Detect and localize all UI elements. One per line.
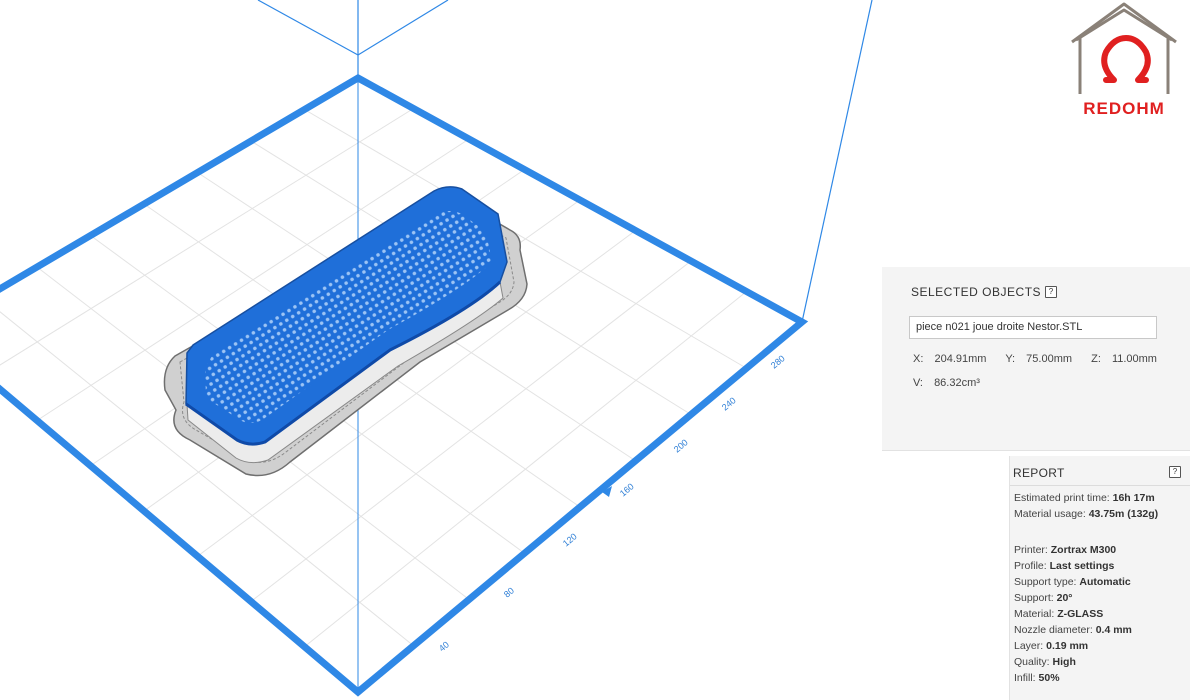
report-panel: REPORT ? Estimated print time: 16h 17m M… [1009,456,1190,700]
y-value: 75.00mm [1026,353,1073,365]
report-title: REPORT [1013,466,1065,480]
report-line-label: Estimated print time: [1014,492,1110,504]
report-line-label: Printer: [1014,544,1048,556]
y-dimension: Y: 75.00mm [1005,353,1080,365]
report-line-value: 43.75m (132g) [1088,508,1159,520]
report-line-value: 0.4 mm [1095,624,1132,636]
question-icon[interactable]: ? [1045,286,1057,298]
report-line: Support type: Automatic [1014,576,1131,588]
report-line: Nozzle diameter: 0.4 mm [1014,624,1132,636]
object-name-field[interactable]: piece n021 joue droite Nestor.STL [909,316,1157,339]
report-line-value: 20° [1056,592,1073,604]
object-volume: V: 86.32cm³ [913,377,988,389]
report-line: Estimated print time: 16h 17m [1014,492,1155,504]
x-dimension: X: 204.91mm [913,353,994,365]
volume-value: 86.32cm³ [934,377,980,389]
selected-objects-title: SELECTED OBJECTS [911,285,1042,299]
report-line-value: Last settings [1049,560,1115,572]
report-header: REPORT ? [1010,456,1190,486]
z-label: Z: [1091,353,1101,365]
report-line: Material usage: 43.75m (132g) [1014,508,1158,520]
tick-label: 160 [618,481,636,498]
report-line-value: Z-GLASS [1057,608,1104,620]
x-value: 204.91mm [934,353,987,365]
report-line: Quality: High [1014,656,1076,668]
tick-label: 120 [561,531,579,548]
report-line: Support: 20° [1014,592,1073,604]
x-label: X: [913,353,924,365]
report-line: Layer: 0.19 mm [1014,640,1088,652]
report-line-label: Support type: [1014,576,1077,588]
report-line-value: 16h 17m [1112,492,1155,504]
report-line: Printer: Zortrax M300 [1014,544,1116,556]
axis-ticks: 40 80 120 160 200 240 280 [437,353,787,653]
report-line-value: 50% [1038,672,1060,684]
report-line-value: Automatic [1079,576,1131,588]
report-line-label: Nozzle diameter: [1014,624,1093,636]
house-omega-emblem [1071,2,1177,94]
report-line-label: Material: [1014,608,1055,620]
report-line-value: Zortrax M300 [1050,544,1117,556]
report-line: Material: Z-GLASS [1014,608,1103,620]
redohm-logo: REDOHM [1066,0,1182,120]
tick-label: 80 [502,585,516,599]
object-dimensions: X: 204.91mm Y: 75.00mm Z: 11.00mm [913,353,1173,365]
report-line-label: Support: [1014,592,1054,604]
report-line-label: Quality: [1014,656,1050,668]
z-dimension: Z: 11.00mm [1091,353,1165,365]
report-line-value: 0.19 mm [1046,640,1089,652]
question-icon[interactable]: ? [1169,466,1181,478]
report-line-label: Layer: [1014,640,1044,652]
tick-label: 280 [769,353,787,370]
report-line-label: Material usage: [1014,508,1086,520]
report-line-label: Profile: [1014,560,1047,572]
report-line: Profile: Last settings [1014,560,1114,572]
logo-text: REDOHM [1083,99,1165,118]
report-line-label: Infill: [1014,672,1036,684]
tick-label: 200 [672,437,690,454]
tick-label: 40 [437,639,451,653]
report-line-value: High [1052,656,1076,668]
selected-objects-panel: SELECTED OBJECTS ? piece n021 joue droit… [882,267,1190,451]
volume-label: V: [913,377,923,389]
report-line: Infill: 50% [1014,672,1060,684]
tick-label: 240 [720,395,738,412]
z-value: 11.00mm [1111,353,1157,365]
y-label: Y: [1005,353,1016,365]
build-plate [0,73,809,697]
